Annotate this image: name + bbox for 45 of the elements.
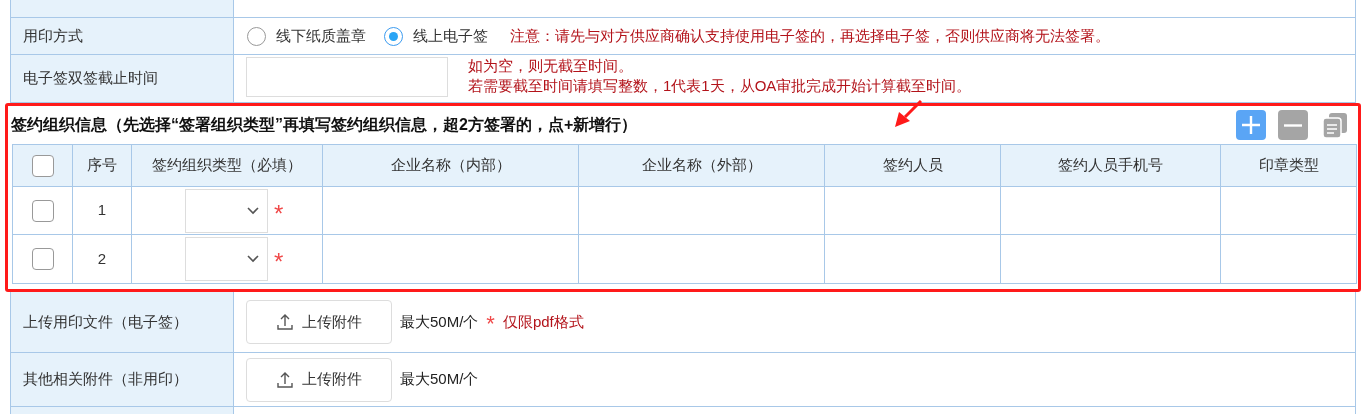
section-title: 签约组织信息（先选择“签署组织类型”再填写签约组织信息，超2方签署的，点+新增行） [11,115,638,135]
format-note: 仅限pdf格式 [502,311,584,332]
field-label: 上传用印文件（电子签） [23,311,188,332]
radio-icon [247,26,266,46]
minus-icon [1283,123,1303,127]
type-select[interactable] [185,188,268,233]
radio-option[interactable]: 线上电子签 [384,24,488,48]
table-cell: 2 [73,235,132,283]
column-header: 企业名称（内部） [323,145,579,186]
type-select[interactable] [185,237,268,281]
upload-button[interactable]: 上传附件 [246,357,392,402]
required-mark: * [274,201,284,226]
checkbox[interactable] [31,154,54,177]
radio-option[interactable]: 线下纸质盖章 [247,24,366,48]
chevron-down-icon [247,206,259,215]
field-label: 其他相关附件（非用印） [23,369,188,390]
field-label: 用印方式 [23,25,83,46]
remove-row-button[interactable] [1278,110,1308,140]
field-label: 电子签双签截止时间 [23,68,158,89]
chevron-down-icon [247,255,259,263]
deadline-input[interactable] [246,57,448,97]
size-limit-text: 最大50M/个 [400,311,479,332]
column-header: 序号 [73,145,132,186]
notice-text: 注意：请先与对方供应商确认支持使用电子签的，再选择电子签，否则供应商将无法签署。 [510,25,1110,46]
column-header: 印章类型 [1257,155,1320,176]
radio-icon [384,26,403,46]
column-header: 签约人员手机号 [1001,145,1221,186]
table-cell: 1 [73,187,132,234]
column-header: 签约组织类型（必填） [132,145,323,186]
column-header: 签约人员 [825,145,1001,186]
upload-icon [276,313,294,331]
upload-icon [276,370,294,389]
required-mark: * [486,313,495,335]
hint-text: 若需要截至时间请填写整数，1代表1天，从OA审批完成开始计算截至时间。 [468,76,972,96]
size-limit-text: 最大50M/个 [400,369,479,390]
checkbox[interactable] [31,248,54,270]
plus-icon [1241,115,1261,135]
copy-row-button[interactable] [1320,110,1350,140]
add-row-button[interactable] [1236,110,1266,140]
upload-button[interactable]: 上传附件 [246,300,392,344]
checkbox[interactable] [31,199,54,222]
hint-text: 如为空，则无截至时间。 [468,56,634,76]
column-header: 企业名称（外部） [579,145,825,186]
copy-icon [1321,111,1349,139]
required-mark: * [274,250,284,274]
